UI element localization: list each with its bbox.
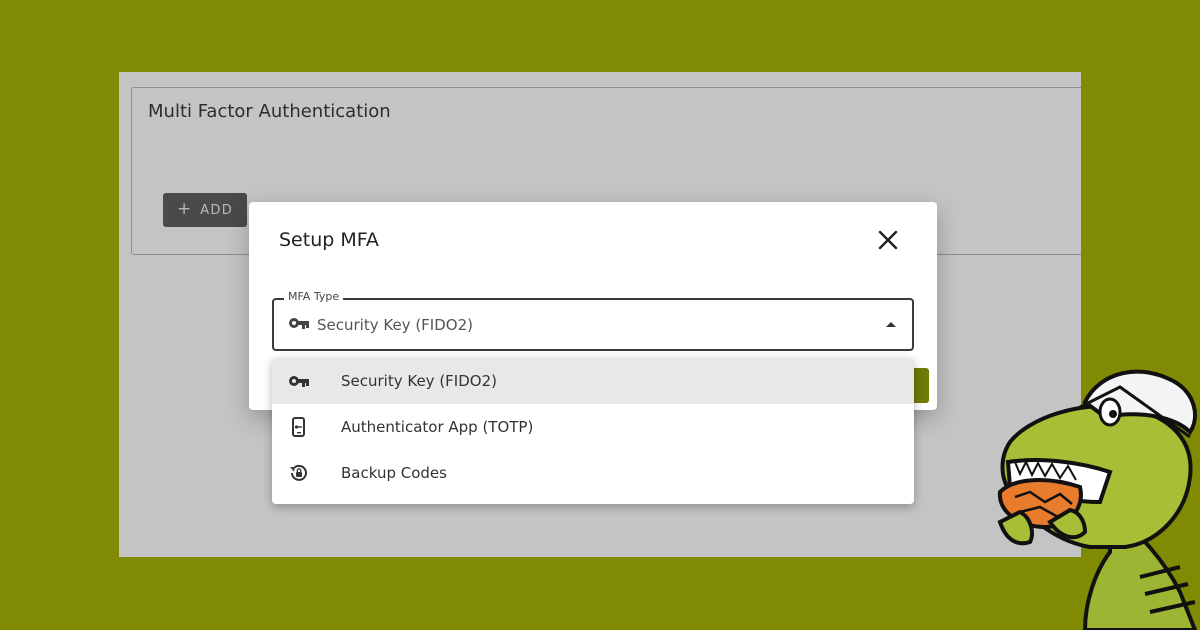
card-title: Multi Factor Authentication — [148, 101, 391, 122]
menu-item-backup-codes[interactable]: Backup Codes — [272, 450, 914, 496]
close-icon[interactable] — [877, 229, 899, 251]
menu-item-label: Security Key (FIDO2) — [341, 372, 497, 390]
mfa-type-menu: Security Key (FIDO2) Authenticator App (… — [272, 358, 914, 504]
add-button-label: ADD — [200, 202, 234, 218]
continue-button[interactable] — [913, 368, 929, 403]
dinosaur-mascot-image — [997, 369, 1198, 630]
lock-reset-icon — [290, 464, 307, 481]
mfa-type-value: Security Key (FIDO2) — [317, 316, 473, 334]
plus-icon: + — [176, 199, 192, 219]
menu-item-security-key[interactable]: Security Key (FIDO2) — [272, 358, 914, 404]
mfa-type-select[interactable]: MFA Type Security Key (FIDO2) — [272, 290, 914, 351]
menu-item-label: Authenticator App (TOTP) — [341, 418, 534, 436]
menu-item-label: Backup Codes — [341, 464, 447, 482]
dialog-title: Setup MFA — [279, 229, 379, 251]
caret-up-icon[interactable] — [886, 322, 896, 327]
key-icon — [289, 376, 309, 387]
phone-key-icon — [292, 417, 305, 437]
add-mfa-button[interactable]: + ADD — [163, 193, 247, 227]
key-icon — [289, 318, 309, 329]
mfa-type-label: MFA Type — [284, 290, 344, 303]
menu-item-authenticator-app[interactable]: Authenticator App (TOTP) — [272, 404, 914, 450]
